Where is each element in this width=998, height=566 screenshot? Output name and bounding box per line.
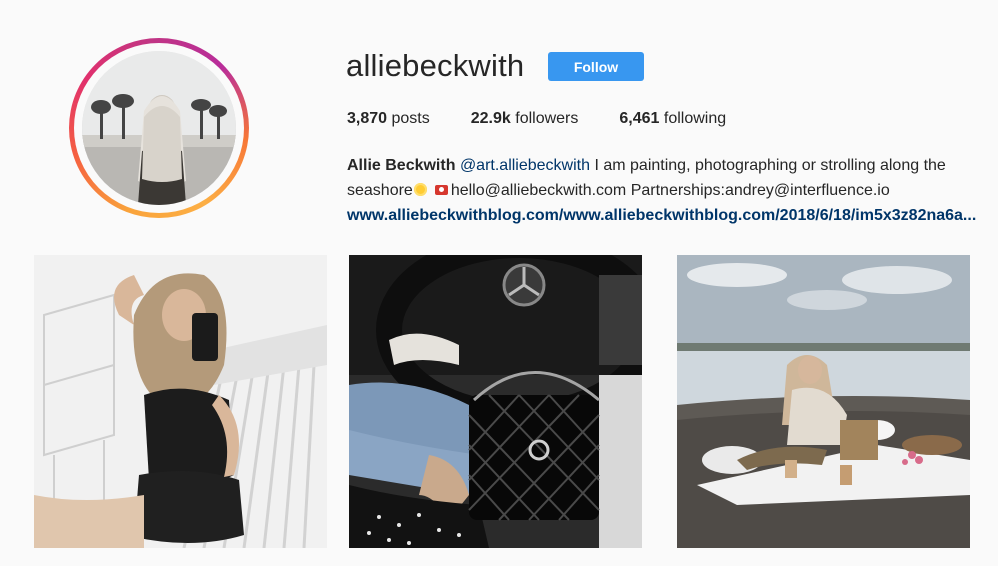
- posts-label: posts: [391, 110, 430, 127]
- sun-emoji-icon: [413, 183, 427, 196]
- posts-count: 3,870: [347, 110, 388, 127]
- following-count: 6,461: [619, 110, 660, 127]
- followers-count: 22.9k: [470, 110, 511, 127]
- camera-emoji-icon: [434, 185, 448, 195]
- post-image-beach-picnic: [677, 255, 970, 548]
- followers-label: followers: [515, 110, 579, 127]
- post-thumbnail-2[interactable]: [349, 255, 642, 548]
- post-image-mirror-selfie: [34, 255, 327, 548]
- avatar[interactable]: [82, 51, 236, 205]
- avatar-photo: [82, 51, 236, 205]
- followers-stat[interactable]: 22.9k followers: [471, 110, 579, 128]
- profile-username: alliebeckwith: [346, 48, 525, 83]
- post-image-car-handbag: [349, 255, 642, 548]
- bio-full-name: Allie Beckwith: [347, 157, 456, 174]
- profile-bio: Allie Beckwith @art.alliebeckwith I am p…: [347, 153, 997, 228]
- bio-mention-link[interactable]: @art.alliebeckwith: [460, 157, 590, 174]
- post-thumbnail-3[interactable]: [677, 255, 970, 548]
- posts-stat: 3,870 posts: [347, 110, 430, 128]
- bio-website-link[interactable]: www.alliebeckwithblog.com/www.alliebeckw…: [347, 203, 997, 228]
- following-label: following: [663, 110, 727, 127]
- avatar-story-ring[interactable]: [69, 38, 249, 218]
- bio-contact-text: hello@alliebeckwith.com Partnerships:and…: [450, 182, 890, 199]
- post-thumbnail-1[interactable]: [34, 255, 327, 548]
- avatar-ring-gap: [74, 43, 244, 213]
- follow-button[interactable]: Follow: [548, 52, 644, 81]
- profile-stats: 3,870 posts 22.9k followers 6,461 follow…: [347, 110, 767, 128]
- following-stat[interactable]: 6,461 following: [619, 110, 726, 128]
